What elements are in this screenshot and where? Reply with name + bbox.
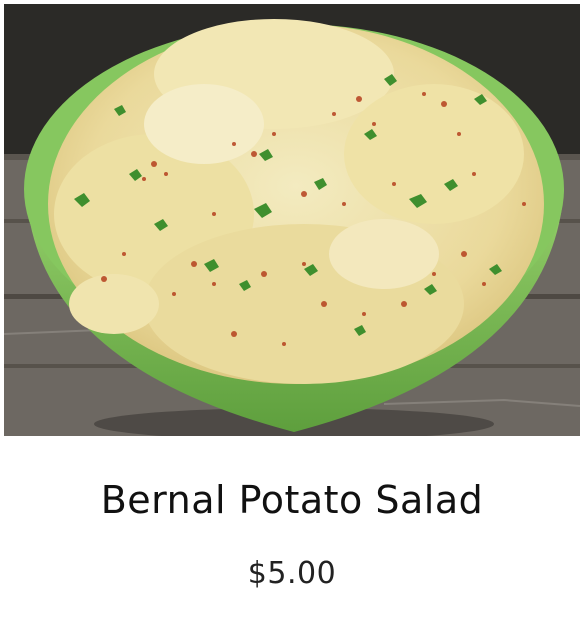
- product-card[interactable]: Bernal Potato Salad $5.00: [0, 0, 584, 620]
- product-price: $5.00: [247, 556, 337, 591]
- product-image[interactable]: [4, 4, 580, 436]
- product-title[interactable]: Bernal Potato Salad: [0, 478, 584, 522]
